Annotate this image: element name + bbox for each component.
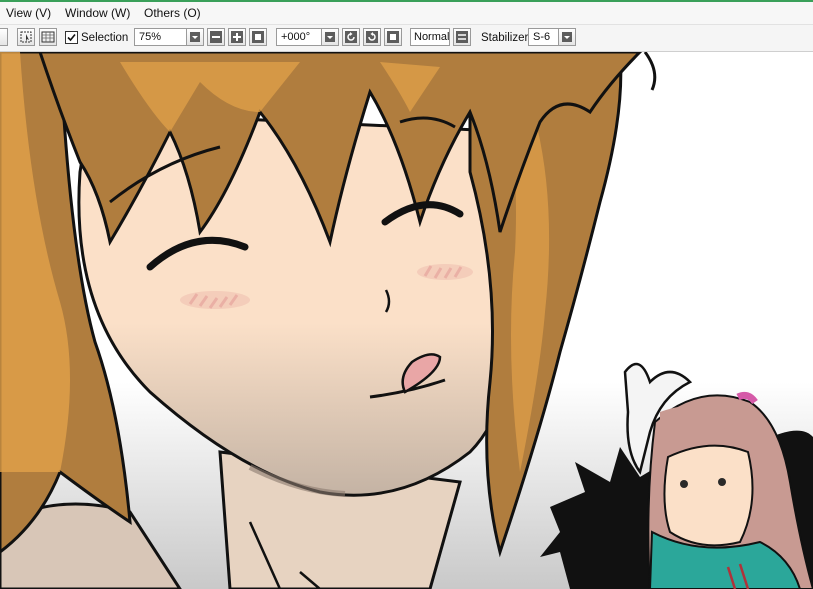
menu-bar: View (V) Window (W) Others (O)	[0, 2, 813, 25]
zoom-dropdown-button[interactable]	[186, 28, 204, 46]
menu-view[interactable]: View (V)	[6, 6, 51, 20]
blend-mode-value: Normal	[414, 31, 450, 43]
zoom-in-button[interactable]	[228, 28, 246, 46]
anime-illustration	[0, 52, 813, 589]
zoom-fit-button[interactable]	[249, 28, 267, 46]
chevron-down-icon	[190, 32, 200, 42]
rotation-dropdown-button[interactable]	[321, 28, 339, 46]
fit-window-icon	[252, 31, 264, 43]
minus-icon	[210, 31, 222, 43]
stabilizer-label: Stabilizer	[481, 32, 529, 44]
zoom-value: 75%	[139, 31, 162, 43]
rotation-reset-button[interactable]	[384, 28, 402, 46]
toolbar-clipped-button[interactable]	[0, 28, 8, 46]
rotate-right-icon	[366, 31, 378, 43]
drawing-canvas[interactable]	[0, 52, 813, 589]
canvas-view-button[interactable]	[39, 28, 57, 46]
stabilizer-dropdown-button[interactable]	[558, 28, 576, 46]
checkmark-icon	[67, 33, 76, 42]
command-bar: Selection 75% +000° Normal Stabilizer S-…	[0, 25, 813, 52]
menu-window[interactable]: Window (W)	[65, 6, 130, 20]
selection-checkbox[interactable]	[65, 31, 78, 44]
selection-launcher-button[interactable]	[17, 28, 35, 46]
chevron-down-icon	[562, 32, 572, 42]
plus-icon	[231, 31, 243, 43]
rotate-left-button[interactable]	[342, 28, 360, 46]
flip-horizontal-icon	[456, 31, 468, 43]
stabilizer-value: S-6	[533, 31, 551, 43]
rotate-right-button[interactable]	[363, 28, 381, 46]
rotation-value: +000°	[281, 31, 311, 43]
selection-tool-icon	[20, 31, 32, 43]
zoom-out-button[interactable]	[207, 28, 225, 46]
selection-label: Selection	[81, 32, 129, 44]
menu-others[interactable]: Others (O)	[144, 6, 201, 20]
chevron-down-icon	[325, 32, 335, 42]
flip-horizontal-button[interactable]	[453, 28, 471, 46]
reset-icon	[387, 31, 399, 43]
rotate-left-icon	[345, 31, 357, 43]
blend-mode-select[interactable]: Normal	[410, 28, 450, 46]
grid-icon	[41, 31, 55, 43]
